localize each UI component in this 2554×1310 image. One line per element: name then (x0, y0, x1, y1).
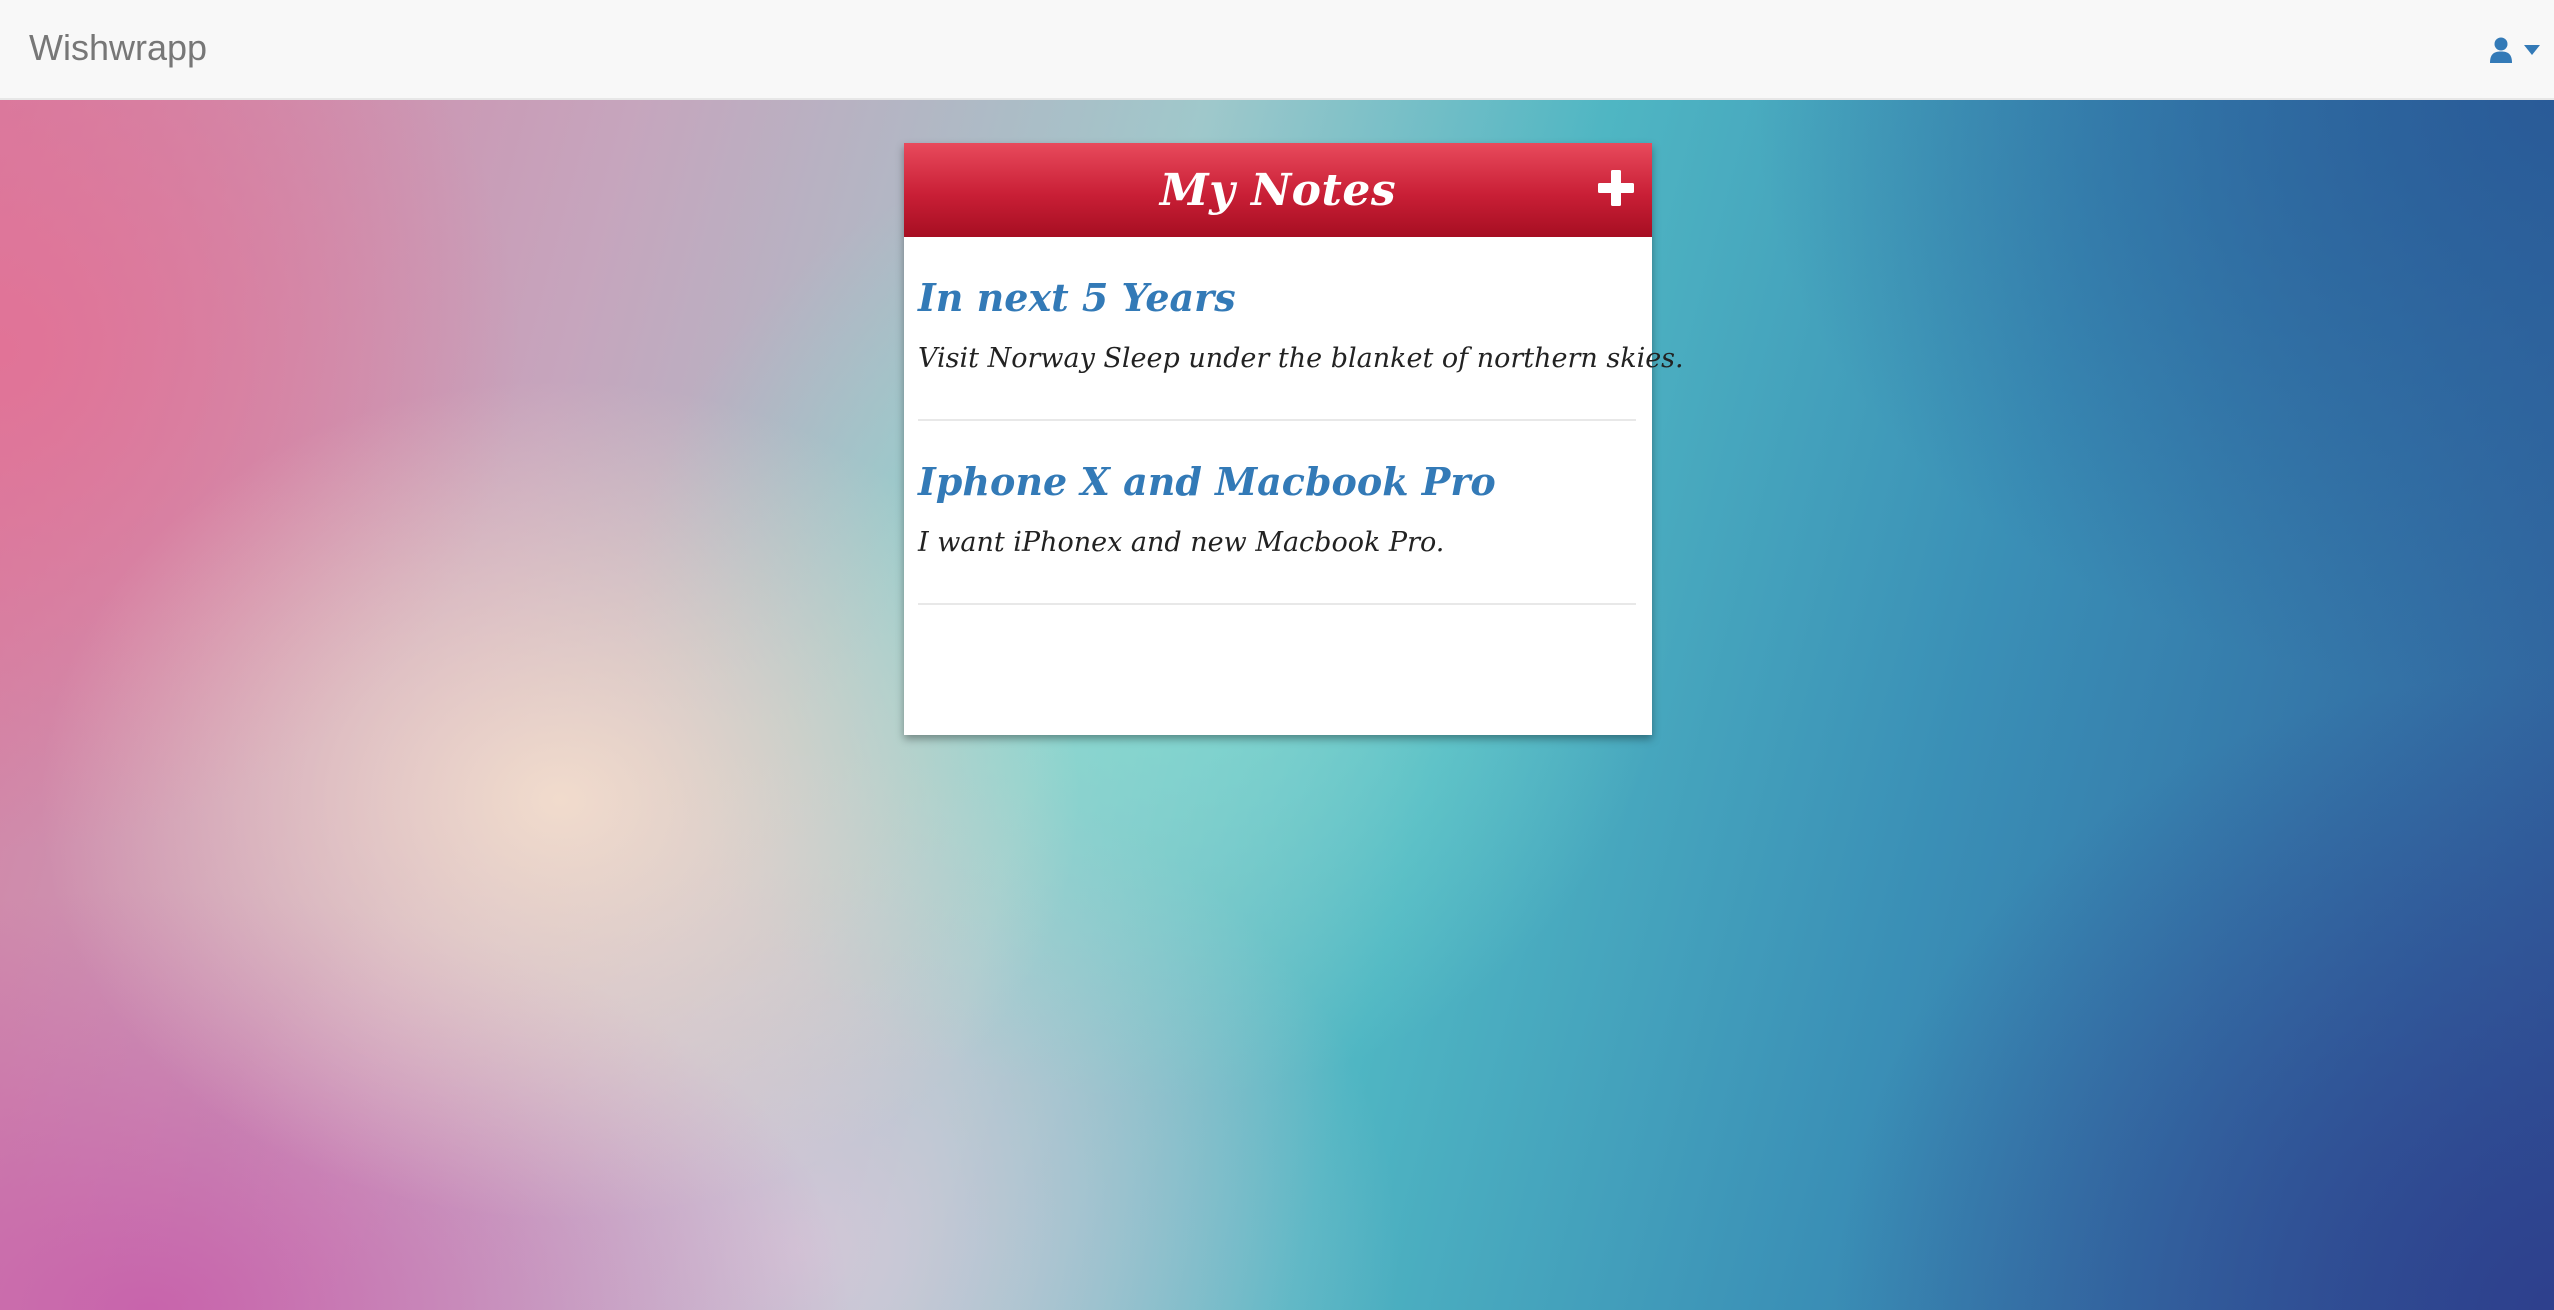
user-menu-dropdown[interactable] (2470, 28, 2540, 72)
user-icon (2490, 37, 2512, 63)
notes-panel-title: My Notes (1159, 164, 1397, 216)
note-text: Visit Norway Sleep under the blanket of … (918, 343, 1684, 374)
plus-icon (1598, 170, 1634, 206)
brand-link[interactable]: Wishwrapp (29, 26, 207, 70)
caret-down-icon (2524, 45, 2540, 55)
notes-panel: My Notes In next 5 Years Visit Norway Sl… (904, 143, 1684, 735)
note-item: In next 5 Years Visit Norway Sleep under… (918, 237, 1684, 421)
note-text: I want iPhonex and new Macbook Pro. (918, 527, 1445, 558)
add-note-button[interactable] (1596, 168, 1636, 208)
notes-panel-header: My Notes (904, 143, 1652, 237)
note-title-link[interactable]: Iphone X and Macbook Pro (918, 459, 1496, 505)
top-navbar: Wishwrapp (0, 0, 2554, 100)
notes-list: In next 5 Years Visit Norway Sleep under… (904, 237, 1684, 605)
note-item: Iphone X and Macbook Pro I want iPhonex … (918, 421, 1636, 605)
note-title-link[interactable]: In next 5 Years (918, 275, 1236, 321)
